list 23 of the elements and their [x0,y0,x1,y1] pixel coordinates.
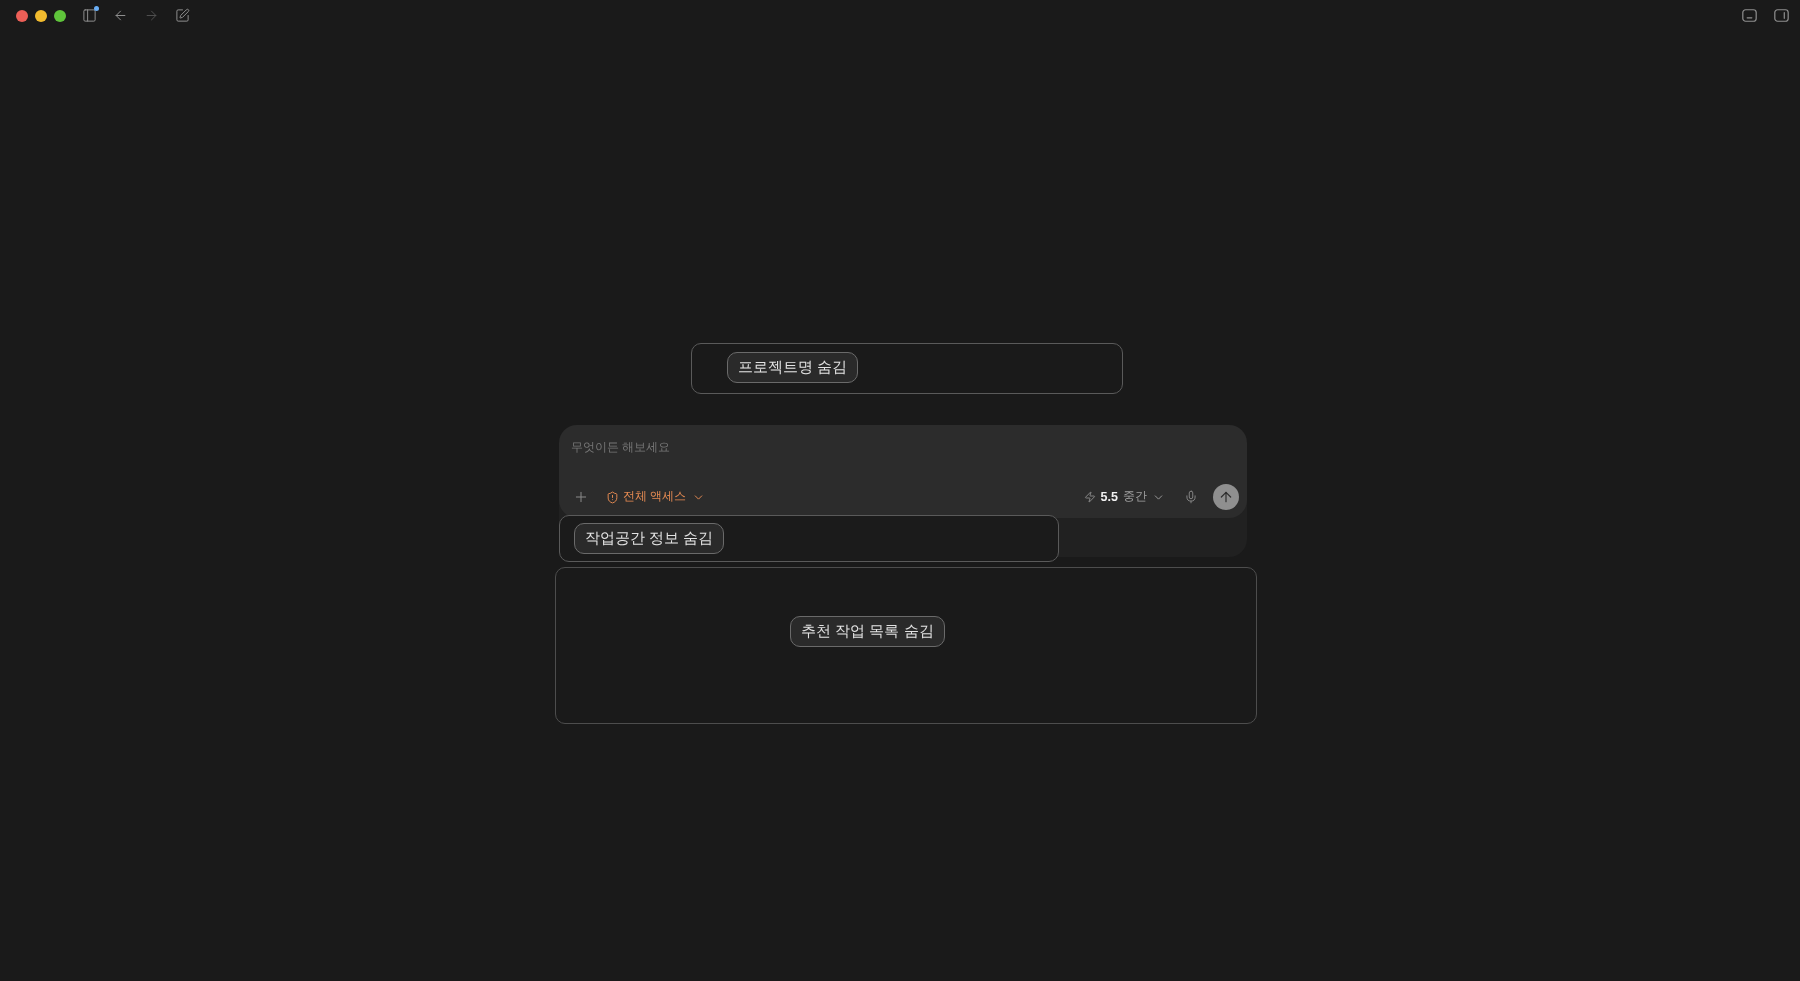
new-chat-button[interactable] [173,6,191,25]
close-window-icon[interactable] [16,9,28,22]
panel-right-icon [1774,9,1789,22]
lightning-icon [1083,491,1096,503]
arrow-right-icon [143,8,159,23]
model-dropdown[interactable]: 5.5 중간 [1081,486,1167,508]
redaction-label: 작업공간 정보 숨김 [574,523,725,554]
prompt-input[interactable]: 무엇이든 해보세요 [571,436,1231,458]
panel-bottom-icon [1742,9,1757,22]
redaction-label: 프로젝트명 숨김 [727,352,859,383]
redaction-label: 추천 작업 목록 숨김 [790,616,945,647]
maximize-window-icon[interactable] [54,9,66,22]
access-dropdown[interactable]: 전체 액세스 [604,486,708,508]
plus-icon [573,489,589,505]
sidebar-icon [81,8,97,23]
microphone-icon [1184,490,1198,504]
pen-square-icon [174,8,190,23]
minimize-window-icon[interactable] [35,9,47,22]
side-panel-button[interactable] [1773,7,1790,24]
shield-alert-icon [606,490,619,504]
arrow-left-icon [112,8,128,23]
sidebar-toggle-button[interactable] [80,6,98,25]
bottom-panel-button[interactable] [1741,7,1758,24]
